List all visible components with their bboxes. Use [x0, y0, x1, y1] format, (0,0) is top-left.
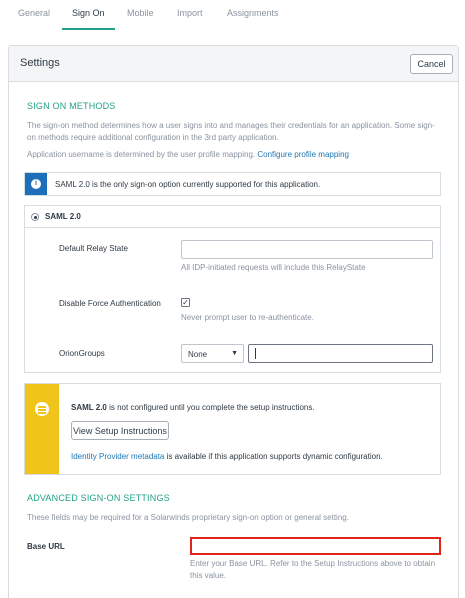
orion-groups-select[interactable]: None ▼ — [181, 344, 244, 363]
orion-groups-select-value: None — [188, 350, 208, 359]
chevron-down-icon: ▼ — [231, 350, 238, 357]
sign-on-methods-heading: SIGN ON METHODS — [27, 101, 116, 111]
base-url-help-line2: this value. — [190, 571, 227, 580]
disable-force-auth-label: Disable Force Authentication — [59, 299, 161, 308]
info-icon: i — [31, 179, 41, 189]
username-note-text: Application username is determined by th… — [27, 150, 256, 159]
tab-bar: General Sign On Mobile Import Assignment… — [0, 0, 465, 30]
info-strip: i — [25, 173, 47, 195]
disable-force-auth-help: Never prompt user to re-authenticate. — [181, 313, 314, 322]
document-list-icon — [35, 402, 49, 416]
relay-state-input[interactable] — [181, 240, 433, 259]
info-text: SAML 2.0 is the only sign-on option curr… — [55, 180, 321, 189]
cancel-button[interactable]: Cancel — [410, 54, 453, 74]
base-url-label: Base URL — [27, 542, 65, 551]
sign-on-description: The sign-on method determines how a user… — [27, 120, 447, 144]
settings-header: Settings Cancel — [9, 46, 458, 82]
metadata-note: Identity Provider metadata is available … — [71, 452, 383, 461]
advanced-description: These fields may be required for a Solar… — [27, 513, 349, 522]
saml-option-label: SAML 2.0 — [45, 212, 81, 221]
warning-strip — [25, 384, 59, 474]
orion-groups-input[interactable] — [248, 344, 433, 363]
base-url-help: Enter your Base URL. Refer to the Setup … — [190, 558, 450, 582]
setup-notice-strong: SAML 2.0 — [71, 403, 107, 412]
configure-profile-mapping-link[interactable]: Configure profile mapping — [257, 150, 349, 159]
tab-import[interactable]: Import — [177, 0, 203, 30]
disable-force-auth-checkbox[interactable]: ✓ — [181, 298, 190, 307]
base-url-help-line1: Enter your Base URL. Refer to the Setup … — [190, 559, 436, 568]
username-note: Application username is determined by th… — [27, 149, 447, 161]
advanced-heading: ADVANCED SIGN-ON SETTINGS — [27, 493, 170, 503]
identity-provider-metadata-link[interactable]: Identity Provider metadata — [71, 452, 164, 461]
saml-radio[interactable] — [31, 213, 39, 221]
relay-state-help: All IDP-initiated requests will include … — [181, 263, 366, 272]
metadata-note-text: is available if this application support… — [166, 452, 383, 461]
tab-mobile[interactable]: Mobile — [127, 0, 154, 30]
tab-assignments[interactable]: Assignments — [227, 0, 279, 30]
base-url-input[interactable] — [190, 537, 441, 555]
orion-groups-label: OrionGroups — [59, 349, 105, 358]
setup-notice-body: is not configured until you complete the… — [109, 403, 315, 412]
sign-on-description-line1: The sign-on method determines how a user… — [27, 121, 435, 130]
setup-notice-text: SAML 2.0 is not configured until you com… — [71, 403, 315, 412]
text-cursor — [255, 348, 256, 359]
view-setup-instructions-button[interactable]: View Setup Instructions — [71, 421, 169, 440]
tab-sign-on[interactable]: Sign On — [62, 0, 115, 30]
sign-on-description-line2: on methods require additional configurat… — [27, 133, 279, 142]
settings-title: Settings — [20, 57, 60, 69]
relay-state-label: Default Relay State — [59, 244, 128, 253]
info-callout: i SAML 2.0 is the only sign-on option cu… — [24, 172, 441, 196]
tab-general[interactable]: General — [18, 0, 50, 30]
saml-option-header[interactable]: SAML 2.0 — [25, 206, 440, 228]
